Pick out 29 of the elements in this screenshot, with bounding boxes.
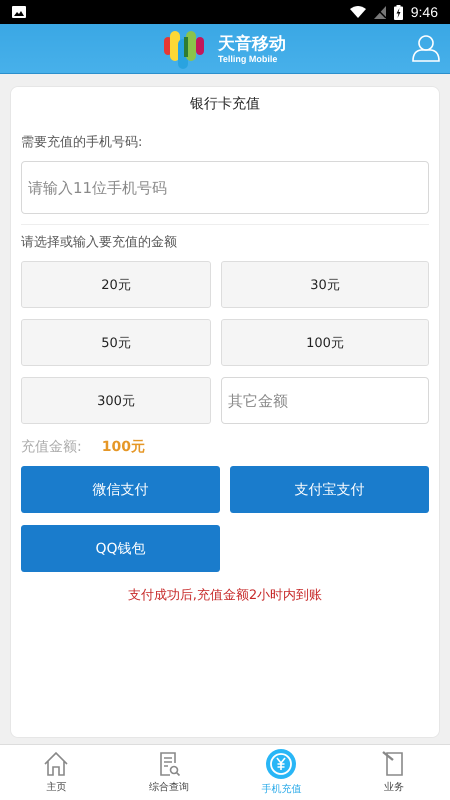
time: 9:46 [410, 4, 438, 20]
amount-button[interactable]: 30元 [221, 261, 429, 308]
payment-button[interactable]: 微信支付 [21, 466, 220, 513]
amount-input-field[interactable]: 其它金额 [221, 377, 429, 424]
phone-label: 需要充值的手机号码: [21, 134, 144, 151]
phone-input-field[interactable]: 请输入11位手机号码 [21, 161, 429, 214]
total-label: 充值金额: [21, 438, 82, 456]
wifi-icon [350, 6, 366, 18]
brand-name: 天音移动 [218, 34, 286, 54]
amount-button[interactable]: 50元 [21, 319, 211, 366]
nav-tab[interactable]: 综合查询 [128, 751, 209, 794]
battery-icon [394, 4, 403, 20]
amount-button[interactable]: 300元 [21, 377, 211, 424]
user-icon[interactable] [412, 34, 440, 62]
amount-label: 请选择或输入要充值的金额 [21, 234, 178, 251]
signal-icon [374, 6, 386, 18]
payment-note: 支付成功后,充值金额2小时内到账 [126, 587, 324, 604]
home-icon [43, 751, 70, 777]
payment-button[interactable]: 支付宝支付 [230, 466, 429, 513]
brand-subtitle: Telling Mobile [218, 54, 278, 64]
card-title: 银行卡充值 [189, 95, 261, 114]
payment-button[interactable]: QQ钱包 [21, 525, 220, 572]
amount-button[interactable]: 20元 [21, 261, 211, 308]
yuan-coin-icon [266, 749, 296, 779]
nav-tab[interactable]: 主页 [16, 751, 96, 794]
amount-button[interactable]: 100元 [221, 319, 429, 366]
image-icon [12, 6, 26, 18]
nav-tab[interactable]: 业务 [354, 751, 434, 794]
total-amount: 100元 [102, 438, 145, 456]
